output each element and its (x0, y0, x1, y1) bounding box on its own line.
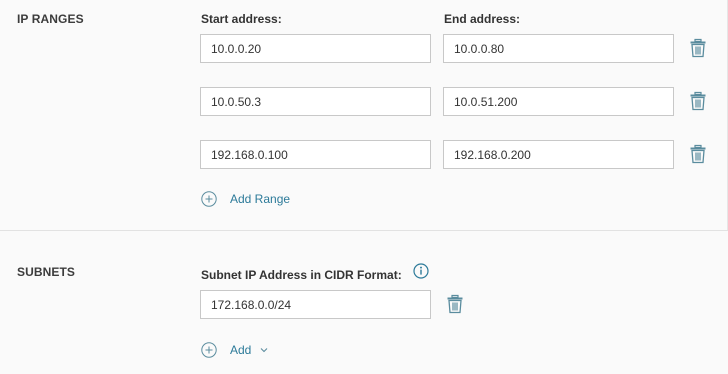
add-range-label: Add Range (230, 192, 291, 206)
start-address-input-3[interactable] (200, 140, 431, 169)
end-address-header: End address: (444, 12, 521, 26)
start-address-input-2[interactable] (200, 87, 431, 116)
subnet-cidr-header: Subnet IP Address in CIDR Format: (201, 268, 402, 282)
add-range-button[interactable]: Add Range (201, 191, 290, 207)
end-address-input-3[interactable] (443, 140, 674, 169)
start-address-input-1[interactable] (200, 34, 431, 63)
end-address-input-1[interactable] (443, 34, 674, 63)
ip-ranges-title: IP RANGES (17, 12, 84, 26)
trash-icon[interactable] (446, 294, 464, 314)
info-icon[interactable] (413, 263, 429, 279)
start-address-header: Start address: (201, 12, 282, 26)
trash-icon[interactable] (689, 38, 707, 58)
trash-icon[interactable] (689, 91, 707, 111)
subnets-title: SUBNETS (17, 265, 76, 279)
trash-icon[interactable] (689, 144, 707, 164)
add-subnet-button[interactable]: Add (201, 342, 268, 358)
plus-circle-icon (201, 191, 217, 207)
section-divider (0, 230, 728, 231)
plus-circle-icon (201, 342, 217, 358)
chevron-down-icon (260, 348, 268, 353)
add-subnet-label: Add (230, 343, 252, 357)
subnet-input-1[interactable] (200, 290, 431, 319)
end-address-input-2[interactable] (443, 87, 674, 116)
